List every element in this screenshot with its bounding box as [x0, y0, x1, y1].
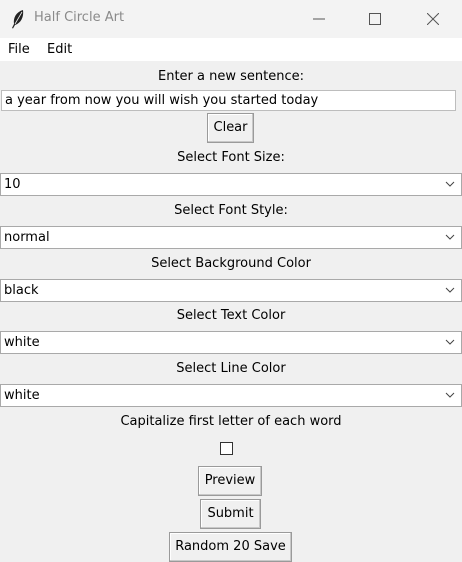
- chevron-down-icon: [445, 339, 455, 345]
- text-color-select[interactable]: white: [0, 331, 462, 354]
- capitalize-label: Capitalize first letter of each word: [120, 414, 342, 429]
- close-icon: [427, 13, 439, 25]
- capitalize-checkbox[interactable]: [220, 442, 233, 455]
- line-color-select[interactable]: white: [0, 384, 462, 407]
- random-save-button[interactable]: Random 20 Save: [169, 532, 292, 562]
- maximize-button[interactable]: [352, 0, 398, 38]
- line-color-label: Select Line Color: [176, 361, 286, 376]
- font-size-label: Select Font Size:: [177, 150, 285, 165]
- sentence-input[interactable]: [1, 90, 456, 111]
- menu-bar: File Edit: [0, 38, 462, 61]
- minimize-button[interactable]: [296, 0, 342, 38]
- menu-file[interactable]: File: [8, 42, 30, 57]
- close-button[interactable]: [410, 0, 456, 38]
- bg-color-select[interactable]: black: [0, 279, 462, 302]
- clear-button[interactable]: Clear: [207, 113, 254, 143]
- chevron-down-icon: [445, 234, 455, 240]
- font-style-value: normal: [4, 230, 50, 245]
- font-size-value: 10: [4, 177, 21, 192]
- minimize-icon: [313, 18, 325, 20]
- text-color-label: Select Text Color: [176, 308, 286, 323]
- feather-icon: [12, 10, 24, 29]
- chevron-down-icon: [445, 181, 455, 187]
- submit-button[interactable]: Submit: [200, 499, 261, 529]
- title-bar: Half Circle Art: [0, 0, 462, 38]
- window-title: Half Circle Art: [34, 10, 125, 25]
- menu-edit[interactable]: Edit: [47, 42, 72, 57]
- font-style-select[interactable]: normal: [0, 226, 462, 249]
- line-color-value: white: [4, 388, 40, 403]
- text-color-value: white: [4, 335, 40, 350]
- font-size-select[interactable]: 10: [0, 173, 462, 196]
- preview-button[interactable]: Preview: [198, 466, 262, 496]
- chevron-down-icon: [445, 287, 455, 293]
- font-style-label: Select Font Style:: [174, 203, 288, 218]
- bg-color-label: Select Background Color: [151, 256, 311, 271]
- chevron-down-icon: [445, 392, 455, 398]
- maximize-icon: [369, 13, 381, 25]
- bg-color-value: black: [4, 283, 39, 298]
- sentence-label: Enter a new sentence:: [158, 69, 304, 84]
